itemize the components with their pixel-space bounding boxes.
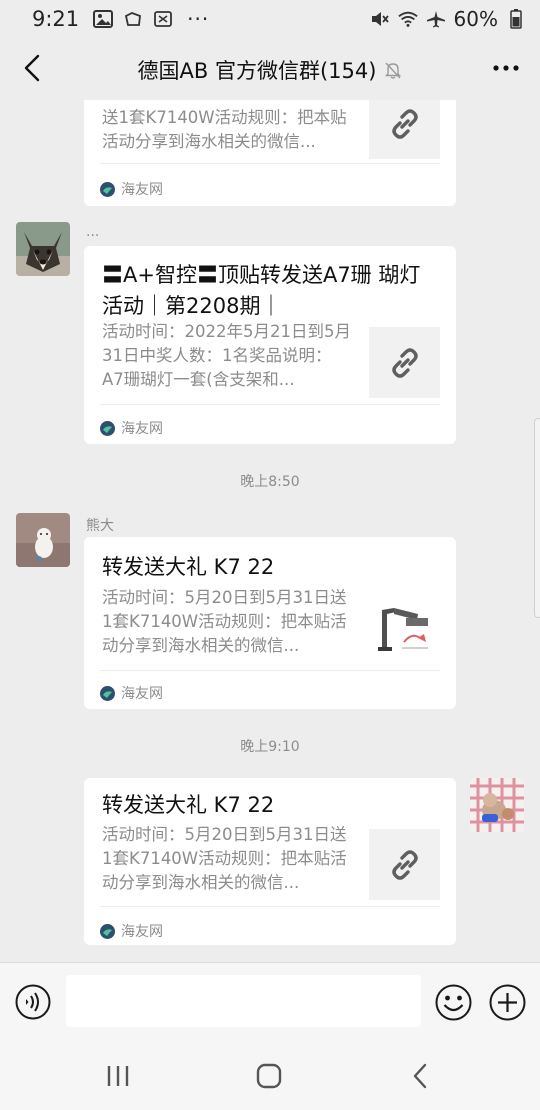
source-logo-icon xyxy=(100,181,115,197)
sender-name: 熊大 xyxy=(86,518,114,534)
card-description: 活动时间：5月20日到5月31日送1套K7140W活动规则：把本贴活动分享到海水… xyxy=(102,588,347,655)
card-title: 〓A+智控〓顶贴转发送A7珊 瑚灯活动｜第2208期｜ xyxy=(102,263,421,318)
more-icon xyxy=(493,65,519,71)
more-button[interactable] xyxy=(486,50,526,86)
chat-header: 德国AB 官方微信群(154) xyxy=(0,38,540,100)
card-source: 海友网 xyxy=(100,921,163,941)
back-nav-button[interactable] xyxy=(400,1058,440,1094)
chat-title-text: 德国AB 官方微信群(154) xyxy=(137,59,377,83)
emoji-button[interactable] xyxy=(435,984,472,1021)
avatar[interactable] xyxy=(470,778,524,832)
timestamp: 晚上9:10 xyxy=(240,739,300,755)
edge-panel-handle[interactable] xyxy=(534,418,540,618)
sim-icon xyxy=(153,10,173,28)
card-thumbnail xyxy=(369,100,440,159)
link-icon xyxy=(391,347,418,378)
system-nav-bar xyxy=(0,1040,540,1110)
chat-messages[interactable]: 送1套K7140W活动规则：把本贴活动分享到海水相关的微信... 海友网 ...… xyxy=(0,100,540,962)
card-source: 海友网 xyxy=(100,683,163,703)
input-bar xyxy=(0,962,540,1040)
avatar[interactable] xyxy=(16,222,70,276)
plus-button[interactable] xyxy=(489,984,526,1021)
plus-icon xyxy=(489,984,526,1021)
status-time: 9:21 xyxy=(32,7,80,31)
link-card[interactable]: 〓A+智控〓顶贴转发送A7珊 瑚灯活动｜第2208期｜ 活动时间：2022年5月… xyxy=(84,246,456,444)
card-source: 海友网 xyxy=(100,179,163,199)
chat-title: 德国AB 官方微信群(154) xyxy=(0,55,540,85)
card-divider xyxy=(100,163,440,164)
message-input[interactable] xyxy=(66,975,421,1027)
source-logo-icon xyxy=(100,923,115,939)
more-dots-icon: ··· xyxy=(187,7,210,31)
link-card[interactable]: 送1套K7140W活动规则：把本贴活动分享到海水相关的微信... 海友网 xyxy=(84,100,456,206)
source-logo-icon xyxy=(100,685,115,701)
card-source-name: 海友网 xyxy=(121,686,163,702)
bell-muted-icon xyxy=(384,60,402,84)
mute-icon xyxy=(370,10,390,28)
link-card[interactable]: 转发送大礼 K7 22 活动时间：5月20日到5月31日送1套K7140W活动规… xyxy=(84,537,456,709)
card-description: 活动时间：2022年5月21日到5月31日中奖人数：1名奖品说明：A7珊瑚灯一套… xyxy=(102,322,351,389)
sender-name: ... xyxy=(86,224,100,240)
battery-icon xyxy=(506,9,526,29)
avatar[interactable] xyxy=(16,513,70,567)
card-source: 海友网 xyxy=(100,418,163,438)
card-divider xyxy=(100,404,440,405)
cloud-icon xyxy=(123,10,143,28)
status-notification-icons: ··· xyxy=(93,7,209,31)
card-thumbnail xyxy=(369,327,440,398)
voice-button[interactable] xyxy=(15,984,51,1020)
link-icon xyxy=(391,108,418,139)
battery-percent: 60% xyxy=(453,7,498,31)
card-title: 转发送大礼 K7 22 xyxy=(102,555,275,579)
voice-icon xyxy=(15,984,51,1020)
card-title: 转发送大礼 K7 22 xyxy=(102,793,275,817)
home-icon xyxy=(256,1063,282,1089)
airplane-icon xyxy=(426,10,446,28)
card-source-name: 海友网 xyxy=(121,182,163,198)
link-card[interactable]: 转发送大礼 K7 22 活动时间：5月20日到5月31日送1套K7140W活动规… xyxy=(84,778,456,945)
source-logo-icon xyxy=(100,420,115,436)
status-bar: 9:21 ··· 60% xyxy=(0,0,540,38)
back-nav-icon xyxy=(413,1063,427,1089)
emoji-icon xyxy=(435,984,472,1021)
link-icon xyxy=(391,849,418,880)
recents-icon xyxy=(107,1066,129,1086)
card-thumbnail xyxy=(369,829,440,900)
card-source-name: 海友网 xyxy=(121,924,163,940)
wifi-icon xyxy=(397,10,418,28)
card-divider xyxy=(100,670,440,671)
timestamp: 晚上8:50 xyxy=(240,474,300,490)
card-description: 送1套K7140W活动规则：把本贴活动分享到海水相关的微信... xyxy=(102,108,347,151)
card-source-name: 海友网 xyxy=(121,421,163,437)
status-system-icons: 60% xyxy=(370,7,526,31)
gallery-icon xyxy=(93,10,114,28)
home-button[interactable] xyxy=(249,1058,289,1094)
recents-button[interactable] xyxy=(98,1058,138,1094)
card-divider xyxy=(100,906,440,907)
product-lamp-icon xyxy=(377,607,428,651)
card-thumbnail xyxy=(369,593,440,664)
card-description: 活动时间：5月20日到5月31日送1套K7140W活动规则：把本贴活动分享到海水… xyxy=(102,825,347,892)
